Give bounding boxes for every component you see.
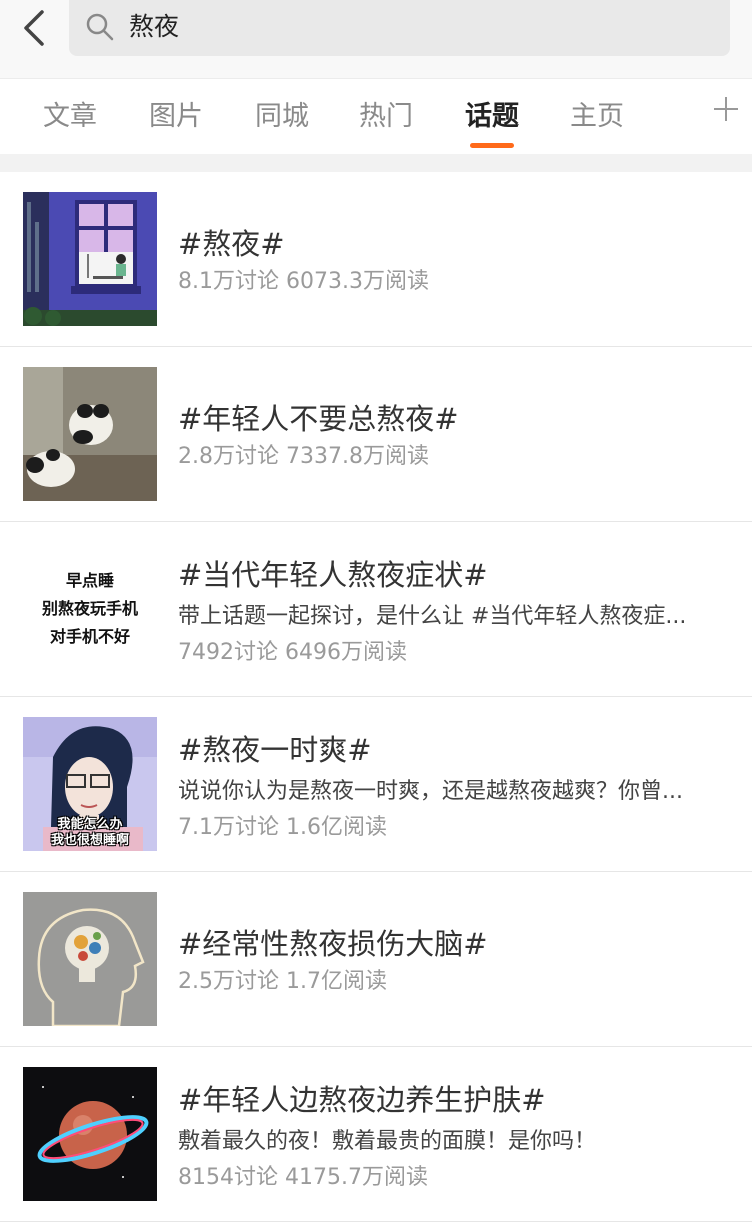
tab-articles[interactable]: 文章	[43, 99, 97, 135]
topic-title: #年轻人边熬夜边养生护肤#	[178, 1083, 546, 1117]
thumbnail-caption: 我也很想睡啊	[50, 833, 129, 848]
topic-description: 说说你认为是熬夜一时爽，还是越熬夜越爽？你曾...	[178, 779, 683, 804]
panda-photo-icon	[23, 367, 157, 501]
topic-stats: 8.1万讨论 6073.3万阅读	[178, 269, 429, 294]
search-input[interactable]: 熬夜	[69, 0, 730, 56]
topic-title: #当代年轻人熬夜症状#	[178, 558, 488, 592]
tab-images[interactable]: 图片	[149, 99, 203, 135]
tab-hot[interactable]: 热门	[359, 99, 413, 135]
topic-item[interactable]: #年轻人不要总熬夜# 2.8万讨论 7337.8万阅读	[0, 347, 752, 522]
add-tab-icon[interactable]	[712, 95, 740, 123]
planet-ring-icon	[23, 1067, 157, 1201]
topic-title: #熬夜#	[178, 227, 285, 261]
tab-bar: 文章 图片 同城 热门 话题 主页	[0, 78, 752, 155]
head-lightbulb-gears-icon	[23, 892, 157, 1026]
tab-local[interactable]: 同城	[255, 99, 309, 135]
tab-homepage[interactable]: 主页	[570, 99, 624, 135]
topic-title: #熬夜一时爽#	[178, 733, 372, 767]
active-tab-indicator	[470, 143, 514, 148]
thumbnail-text-line: 别熬夜玩手机	[41, 599, 138, 618]
topic-item[interactable]: 我能怎么办 我也很想睡啊 #熬夜一时爽# 说说你认为是熬夜一时爽，还是越熬夜越爽…	[0, 697, 752, 872]
thumbnail-caption: 我能怎么办	[57, 817, 123, 832]
topic-stats: 8154讨论 4175.7万阅读	[178, 1165, 428, 1190]
search-header: 熬夜	[0, 0, 752, 78]
topic-stats: 2.8万讨论 7337.8万阅读	[178, 444, 429, 469]
back-button[interactable]	[14, 6, 58, 50]
tab-topics[interactable]: 话题	[465, 99, 519, 135]
topic-description: 带上话题一起探讨，是什么让 #当代年轻人熬夜症...	[178, 604, 687, 629]
topic-stats: 7.1万讨论 1.6亿阅读	[178, 815, 387, 840]
topic-item[interactable]: #经常性熬夜损伤大脑# 2.5万讨论 1.7亿阅读	[0, 872, 752, 1047]
night-window-illustration-icon	[23, 192, 157, 326]
thumbnail-text-line: 早点睡	[65, 571, 114, 590]
chevron-left-icon	[24, 10, 44, 46]
topic-title: #年轻人不要总熬夜#	[178, 402, 459, 436]
text-thumbnail: 早点睡 别熬夜玩手机 对手机不好	[23, 542, 157, 676]
topic-item[interactable]: 早点睡 别熬夜玩手机 对手机不好 #当代年轻人熬夜症状# 带上话题一起探讨，是什…	[0, 522, 752, 697]
section-divider	[0, 154, 752, 172]
topic-stats: 2.5万讨论 1.7亿阅读	[178, 969, 387, 994]
topic-description: 敷着最久的夜！敷着最贵的面膜！是你吗！	[178, 1129, 597, 1154]
search-icon	[86, 13, 114, 41]
cartoon-girl-thumbnail: 我能怎么办 我也很想睡啊	[23, 717, 157, 851]
topic-item[interactable]: #熬夜# 8.1万讨论 6073.3万阅读	[0, 172, 752, 347]
search-query-text: 熬夜	[129, 12, 180, 41]
topic-list: #熬夜# 8.1万讨论 6073.3万阅读 #年轻人不要总熬夜# 2.8万讨论 …	[0, 172, 752, 1222]
thumbnail-text-line: 对手机不好	[49, 627, 130, 646]
topic-item[interactable]: #年轻人边熬夜边养生护肤# 敷着最久的夜！敷着最贵的面膜！是你吗！ 8154讨论…	[0, 1047, 752, 1222]
topic-title: #经常性熬夜损伤大脑#	[178, 927, 488, 961]
topic-stats: 7492讨论 6496万阅读	[178, 640, 407, 665]
